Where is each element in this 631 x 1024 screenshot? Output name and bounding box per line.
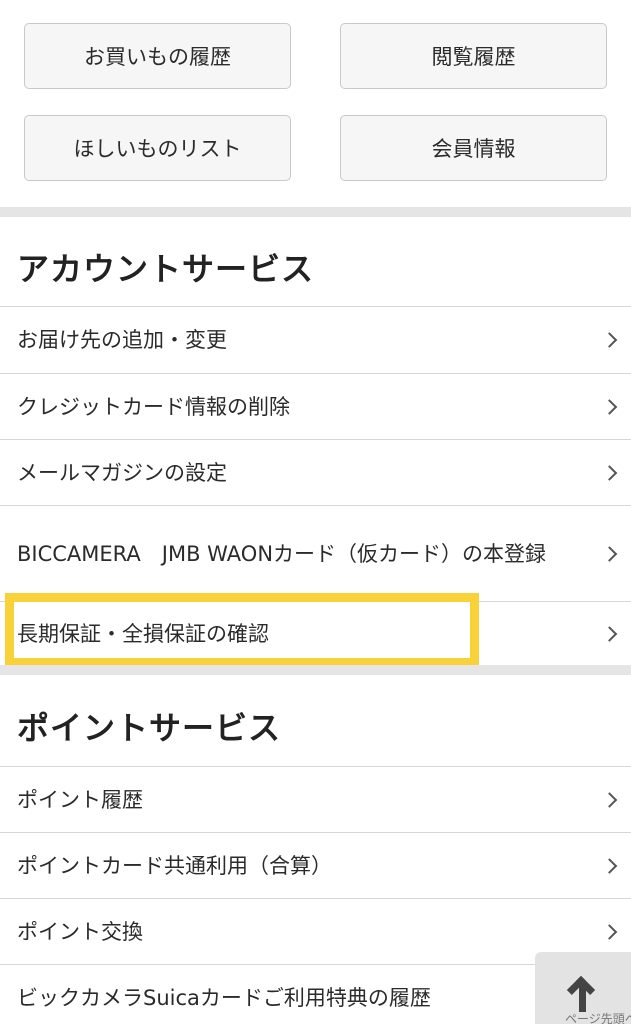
list-item-label: ビックカメラSuicaカードご利用特典の履歴 [17,985,431,1010]
list-item-waon-card-registration[interactable]: BICCAMERA JMB WAONカード（仮カード）の本登録 [0,505,631,601]
chevron-right-icon [601,398,618,415]
back-to-top-label: ページ先頭へ [565,1012,631,1024]
list-item-label: 長期保証・全損保証の確認 [17,621,269,646]
chevron-right-icon [601,545,618,562]
list-item-label: お届け先の追加・変更 [17,328,227,352]
point-section-title: ポイントサービス [17,709,282,747]
list-item-label: クレジットカード情報の削除 [17,394,290,419]
list-item-label: メールマガジンの設定 [17,460,227,485]
purchase-history-button[interactable]: お買いもの履歴 [24,23,291,89]
list-item-newsletter-settings[interactable]: メールマガジンの設定 [0,439,631,505]
list-item-label: ポイント交換 [17,919,143,944]
chevron-right-icon [601,857,618,874]
list-item-credit-card-delete[interactable]: クレジットカード情報の削除 [0,373,631,439]
list-item-label: ポイント履歴 [17,787,143,812]
chevron-right-icon [601,923,618,940]
list-item-delivery-address[interactable]: お届け先の追加・変更 [0,306,631,373]
back-to-top-button[interactable]: ページ先頭へ [535,952,631,1024]
mypage-screen: お買いもの履歴 閲覧履歴 ほしいものリスト 会員情報 アカウントサービス お届け… [0,0,631,1024]
wishlist-button[interactable]: ほしいものリスト [24,115,291,181]
list-item-label: ポイントカード共通利用（合算） [17,853,332,878]
chevron-right-icon [601,625,618,642]
browsing-history-button[interactable]: 閲覧履歴 [340,23,607,89]
list-item-point-card-merge[interactable]: ポイントカード共通利用（合算） [0,832,631,898]
list-item-label: BICCAMERA JMB WAONカード（仮カード）の本登録 [17,541,547,566]
member-info-button[interactable]: 会員情報 [340,115,607,181]
list-item-warranty-check[interactable]: 長期保証・全損保証の確認 [0,601,631,665]
chevron-right-icon [601,791,618,808]
list-item-point-history[interactable]: ポイント履歴 [0,766,631,832]
chevron-right-icon [601,332,618,348]
section-divider [0,207,631,217]
account-section-title: アカウントサービス [17,250,315,288]
chevron-right-icon [601,464,618,481]
arrow-up-icon-stem [579,986,586,1012]
section-divider [0,665,631,675]
